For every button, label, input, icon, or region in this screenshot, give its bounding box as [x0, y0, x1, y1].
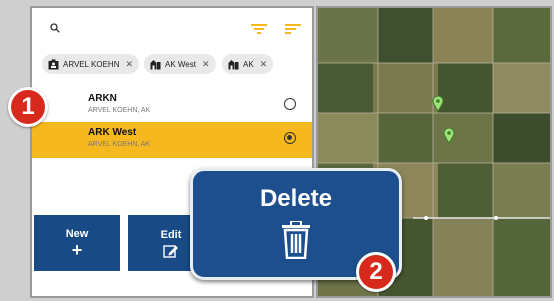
trash-icon [282, 221, 310, 259]
list-item-title: ARKN [88, 93, 117, 104]
radio-button-selected[interactable] [284, 132, 296, 144]
farm-icon [228, 59, 239, 69]
chip-farm[interactable]: AK West ✕ [144, 54, 216, 74]
chip-field[interactable]: AK ✕ [222, 54, 274, 74]
plus-icon: + [71, 240, 83, 260]
radio-dot [287, 135, 292, 140]
search-icon[interactable] [50, 23, 60, 33]
new-button[interactable]: New + [34, 215, 120, 271]
chip-grower[interactable]: ARVEL KOEHN ✕ [42, 54, 140, 74]
new-button-label: New [65, 228, 89, 240]
list-item-subtitle: ARVEL KOEHN, AK [88, 107, 151, 114]
close-icon[interactable]: ✕ [125, 59, 133, 70]
person-badge-icon [48, 59, 59, 69]
chip-label: ARVEL KOEHN [63, 59, 120, 69]
farm-icon [150, 59, 161, 69]
filter-icon[interactable] [250, 22, 268, 36]
list-item-subtitle: ARVEL KOEHN, AK [88, 141, 151, 148]
chip-label: AK [243, 59, 254, 69]
close-icon[interactable]: ✕ [260, 59, 268, 70]
list-item-title: ARK West [88, 127, 137, 138]
edit-icon [163, 244, 178, 258]
search-bar[interactable] [32, 8, 312, 44]
map-pin-icon[interactable] [443, 128, 455, 144]
map-pin-icon[interactable] [432, 96, 444, 112]
list-item-selected[interactable]: ARK West ARVEL KOEHN, AK [32, 122, 312, 158]
close-icon[interactable]: ✕ [202, 59, 210, 70]
sort-icon[interactable] [284, 22, 302, 36]
screen: ARVEL KOEHN ✕ AK West ✕ AK ✕ ARKN ARVEL … [0, 0, 554, 301]
step-badge-1: 1 [8, 87, 48, 127]
filter-chips: ARVEL KOEHN ✕ AK West ✕ AK ✕ [32, 54, 312, 76]
step-badge-2: 2 [356, 252, 396, 292]
list-item[interactable]: ARKN ARVEL KOEHN, AK [32, 88, 312, 122]
edit-button-label: Edit [160, 228, 182, 241]
radio-button[interactable] [284, 98, 296, 110]
chip-label: AK West [165, 59, 196, 69]
delete-button-label: Delete [259, 185, 333, 212]
